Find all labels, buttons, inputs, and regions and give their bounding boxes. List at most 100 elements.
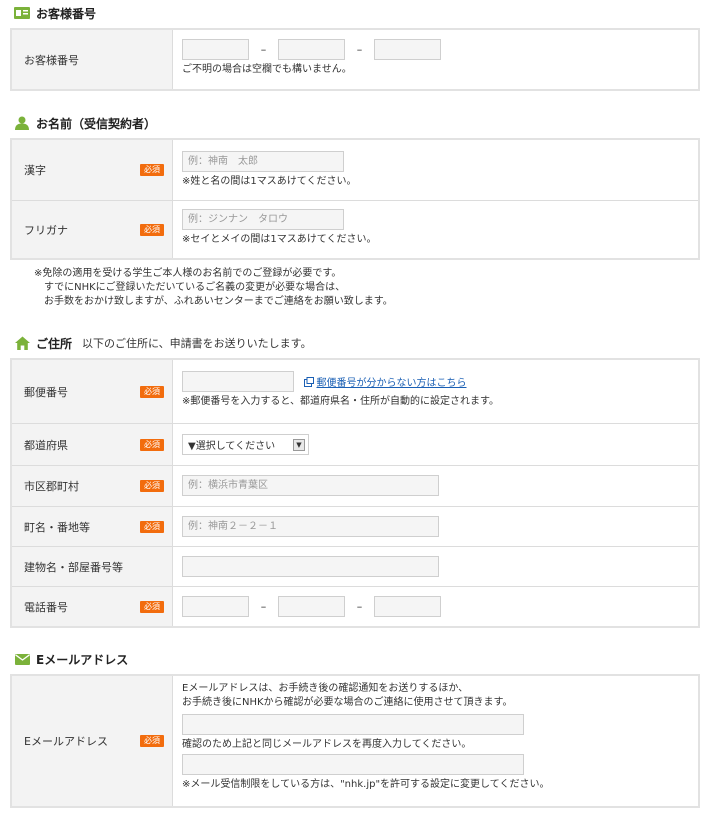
email-input-cell: Eメールアドレスは、お手続き後の確認通知をお送りするほか、 お手続き後にNHKか… xyxy=(173,676,698,806)
section-address-header: ご住所 以下のご住所に、申請書をお送りいたします。 xyxy=(14,333,312,353)
email-label-cell: Eメールアドレス 必須 xyxy=(12,676,173,806)
phone-row: 電話番号 必須 – – xyxy=(12,586,698,626)
email-confirm-note: 確認のため上記と同じメールアドレスを再度入力してください。 xyxy=(182,739,472,750)
customer-row: お客様番号 – – ご不明の場合は空欄でも構いません。 xyxy=(12,30,698,89)
phone-input-1[interactable] xyxy=(182,596,249,617)
phone-label-cell: 電話番号 必須 xyxy=(12,587,173,626)
dash-separator: – xyxy=(356,600,363,613)
kana-input-cell: ※セイとメイの間は1マスあけてください。 xyxy=(173,201,698,258)
postal-lookup-link[interactable]: 郵便番号が分からない方はこちら xyxy=(317,378,467,389)
required-badge: 必須 xyxy=(140,520,164,533)
house-icon xyxy=(14,336,30,350)
postal-note: ※郵便番号を入力すると、都道府県名・住所が自動的に設定されます。 xyxy=(182,396,499,407)
phone-input-cell: – – xyxy=(173,587,698,626)
dash-separator: – xyxy=(260,600,267,613)
name-notice-line-1: ※免除の適用を受ける学生ご本人様のお名前でのご登録が必要です。 xyxy=(34,268,342,279)
email-intro-line-1: Eメールアドレスは、お手続き後の確認通知をお送りするほか、 xyxy=(182,683,469,694)
postal-label: 郵便番号 xyxy=(24,385,68,399)
prefecture-label: 都道府県 xyxy=(24,438,68,452)
prefecture-select[interactable]: ▼選択してください ▼ xyxy=(182,434,309,455)
dash-separator: – xyxy=(356,43,363,56)
postal-row: 郵便番号 必須 郵便番号が分からない方はこちら ※郵便番号を入力すると、都道府県… xyxy=(12,360,698,423)
email-restrict-note: ※メール受信制限をしている方は、"nhk.jp"を許可する設定に変更してください… xyxy=(182,779,550,790)
section-customer-header: お客様番号 xyxy=(14,3,96,23)
section-name-header: お名前（受信契約者） xyxy=(14,113,156,133)
customer-number-input-2[interactable] xyxy=(278,39,345,60)
external-link-icon xyxy=(303,376,314,387)
section-email-header: Eメールアドレス xyxy=(14,649,128,669)
kana-label-cell: フリガナ 必須 xyxy=(12,201,173,258)
town-label: 町名・番地等 xyxy=(24,520,90,534)
section-name-title: お名前（受信契約者） xyxy=(36,116,157,131)
id-card-icon xyxy=(14,6,30,20)
town-input-cell xyxy=(173,507,698,546)
email-confirm-input[interactable] xyxy=(182,754,524,775)
building-label-cell: 建物名・部屋番号等 xyxy=(12,547,173,586)
postal-code-input[interactable] xyxy=(182,371,294,392)
postal-input-cell: 郵便番号が分からない方はこちら ※郵便番号を入力すると、都道府県名・住所が自動的… xyxy=(173,360,698,423)
town-input[interactable] xyxy=(182,516,439,537)
city-input-cell xyxy=(173,466,698,506)
customer-number-input-3[interactable] xyxy=(374,39,441,60)
required-badge: 必須 xyxy=(140,164,164,176)
address-form-box: 郵便番号 必須 郵便番号が分からない方はこちら ※郵便番号を入力すると、都道府県… xyxy=(10,358,700,628)
kana-row: フリガナ 必須 ※セイとメイの間は1マスあけてください。 xyxy=(12,200,698,258)
section-address-title: ご住所 xyxy=(36,336,73,351)
city-input[interactable] xyxy=(182,475,439,496)
required-badge: 必須 xyxy=(140,480,164,492)
name-form-box: 漢字 必須 ※姓と名の間は1マスあけてください。 フリガナ 必須 ※セイとメイの… xyxy=(10,138,700,260)
customer-label-cell: お客様番号 xyxy=(12,30,173,89)
required-badge: 必須 xyxy=(140,438,164,451)
required-badge: 必須 xyxy=(140,600,164,613)
building-label: 建物名・部屋番号等 xyxy=(24,560,123,574)
customer-number-input-1[interactable] xyxy=(182,39,249,60)
postal-label-cell: 郵便番号 必須 xyxy=(12,360,173,423)
town-label-cell: 町名・番地等 必須 xyxy=(12,507,173,546)
required-badge: 必須 xyxy=(140,223,164,236)
phone-input-3[interactable] xyxy=(374,596,441,617)
required-badge: 必須 xyxy=(140,735,164,747)
city-label-cell: 市区郡町村 必須 xyxy=(12,466,173,506)
email-intro-line-2: お手続き後にNHKから確認が必要な場合のご連絡に使用させて頂きます。 xyxy=(182,697,513,708)
customer-label: お客様番号 xyxy=(24,53,79,67)
kanji-row: 漢字 必須 ※姓と名の間は1マスあけてください。 xyxy=(12,140,698,200)
name-notice: ※免除の適用を受ける学生ご本人様のお名前でのご登録が必要です。 すでにNHKにご… xyxy=(34,267,393,309)
kana-name-input[interactable] xyxy=(182,209,344,230)
kanji-label-cell: 漢字 必須 xyxy=(12,140,173,200)
section-address-subtitle: 以下のご住所に、申請書をお送りいたします。 xyxy=(82,337,312,350)
envelope-icon xyxy=(14,652,30,666)
kana-note: ※セイとメイの間は1マスあけてください。 xyxy=(182,234,377,245)
dash-separator: – xyxy=(260,43,267,56)
person-icon xyxy=(14,116,30,130)
prefecture-input-cell: ▼選択してください ▼ xyxy=(173,424,698,465)
building-input[interactable] xyxy=(182,556,439,577)
city-row: 市区郡町村 必須 xyxy=(12,465,698,506)
customer-note: ご不明の場合は空欄でも構いません。 xyxy=(182,64,352,75)
prefecture-row: 都道府県 必須 ▼選択してください ▼ xyxy=(12,423,698,465)
building-input-cell xyxy=(173,547,698,586)
customer-input-cell: – – ご不明の場合は空欄でも構いません。 xyxy=(173,30,698,89)
email-label: Eメールアドレス xyxy=(24,735,108,748)
section-email-title: Eメールアドレス xyxy=(36,652,129,667)
name-notice-line-3: お手数をおかけ致しますが、ふれあいセンターまでご連絡をお願い致します。 xyxy=(44,296,393,307)
name-notice-line-2: すでにNHKにご登録いただいているご名義の変更が必要な場合は、 xyxy=(44,282,346,293)
customer-form-box: お客様番号 – – ご不明の場合は空欄でも構いません。 xyxy=(10,28,700,91)
section-customer-title: お客様番号 xyxy=(36,6,97,21)
chevron-down-icon: ▼ xyxy=(293,438,305,451)
building-row: 建物名・部屋番号等 xyxy=(12,546,698,586)
kanji-input-cell: ※姓と名の間は1マスあけてください。 xyxy=(173,140,698,200)
prefecture-selected-value: ▼選択してください xyxy=(188,441,276,452)
kanji-note: ※姓と名の間は1マスあけてください。 xyxy=(182,176,357,187)
email-row: Eメールアドレス 必須 Eメールアドレスは、お手続き後の確認通知をお送りするほか… xyxy=(12,676,698,806)
email-input[interactable] xyxy=(182,714,524,735)
kana-label: フリガナ xyxy=(24,223,68,237)
city-label: 市区郡町村 xyxy=(24,480,79,493)
email-form-box: Eメールアドレス 必須 Eメールアドレスは、お手続き後の確認通知をお送りするほか… xyxy=(10,674,700,808)
phone-label: 電話番号 xyxy=(24,600,68,614)
phone-input-2[interactable] xyxy=(278,596,345,617)
kanji-name-input[interactable] xyxy=(182,151,344,172)
required-badge: 必須 xyxy=(140,385,164,398)
town-row: 町名・番地等 必須 xyxy=(12,506,698,546)
kanji-label: 漢字 xyxy=(24,164,46,177)
prefecture-label-cell: 都道府県 必須 xyxy=(12,424,173,465)
